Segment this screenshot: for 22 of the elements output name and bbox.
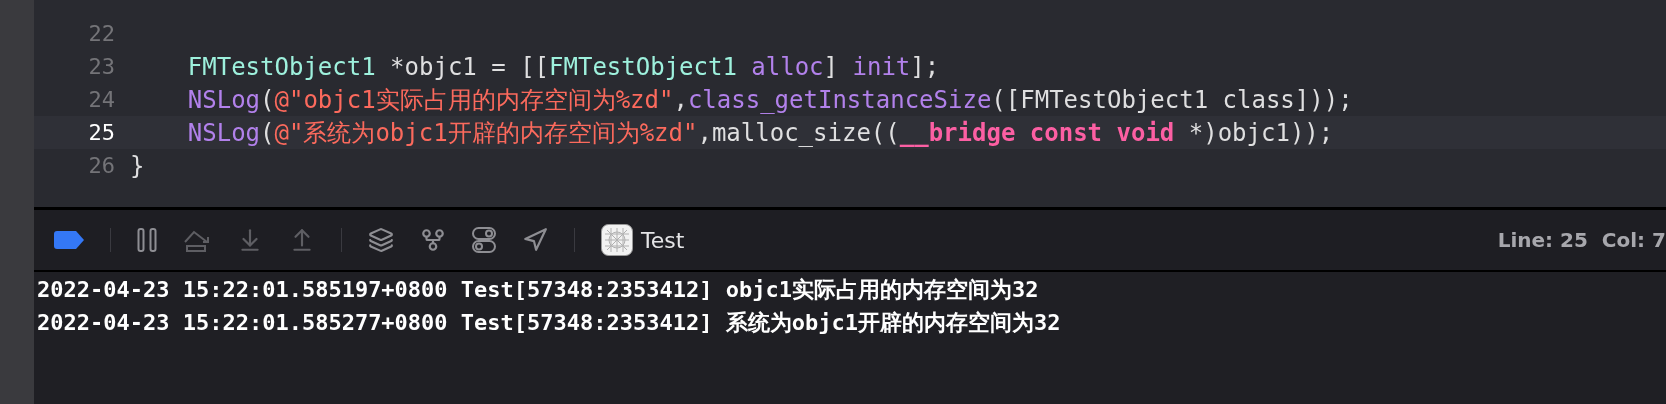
- layers-icon[interactable]: [368, 227, 394, 253]
- scheme-name[interactable]: Test: [641, 223, 685, 257]
- line-number: 26: [87, 152, 116, 180]
- code-line: FMTestObject1 *objc1 = [[FMTestObject1 alloc] init];: [186, 51, 940, 83]
- step-over-icon[interactable]: [183, 228, 211, 252]
- line-indicator: Line: 25: [1497, 227, 1588, 254]
- location-icon[interactable]: [522, 227, 548, 253]
- pause-icon[interactable]: [137, 228, 157, 252]
- code-line: NSLog(@"objc1实际占用的内存空间为%zd",class_getInstanceSize([FMTestObject1 class]));: [186, 84, 1353, 116]
- code-line: }: [130, 150, 145, 182]
- toggles-icon[interactable]: [472, 227, 496, 253]
- graph-icon[interactable]: [420, 227, 446, 253]
- code-line: NSLog(@"系统为objc1开辟的内存空间为%zd",malloc_size((__bridge const void *)objc1));: [186, 117, 1334, 149]
- line-number: 23: [87, 53, 116, 81]
- column-indicator: Col: 7: [1601, 227, 1666, 254]
- line-number: 22: [87, 20, 116, 48]
- console-line: 2022-04-23 15:22:01.585277+0800 Test[57348:2353412] 系统为objc1开辟的内存空间为32: [37, 309, 1062, 337]
- breakpoint-toggle-icon[interactable]: [54, 231, 84, 249]
- line-number: 24: [87, 86, 116, 114]
- console-line: 2022-04-23 15:22:01.585197+0800 Test[57348:2353412] objc1实际占用的内存空间为32: [37, 276, 1040, 304]
- line-number: 25: [87, 119, 116, 147]
- app-icon[interactable]: [601, 224, 633, 256]
